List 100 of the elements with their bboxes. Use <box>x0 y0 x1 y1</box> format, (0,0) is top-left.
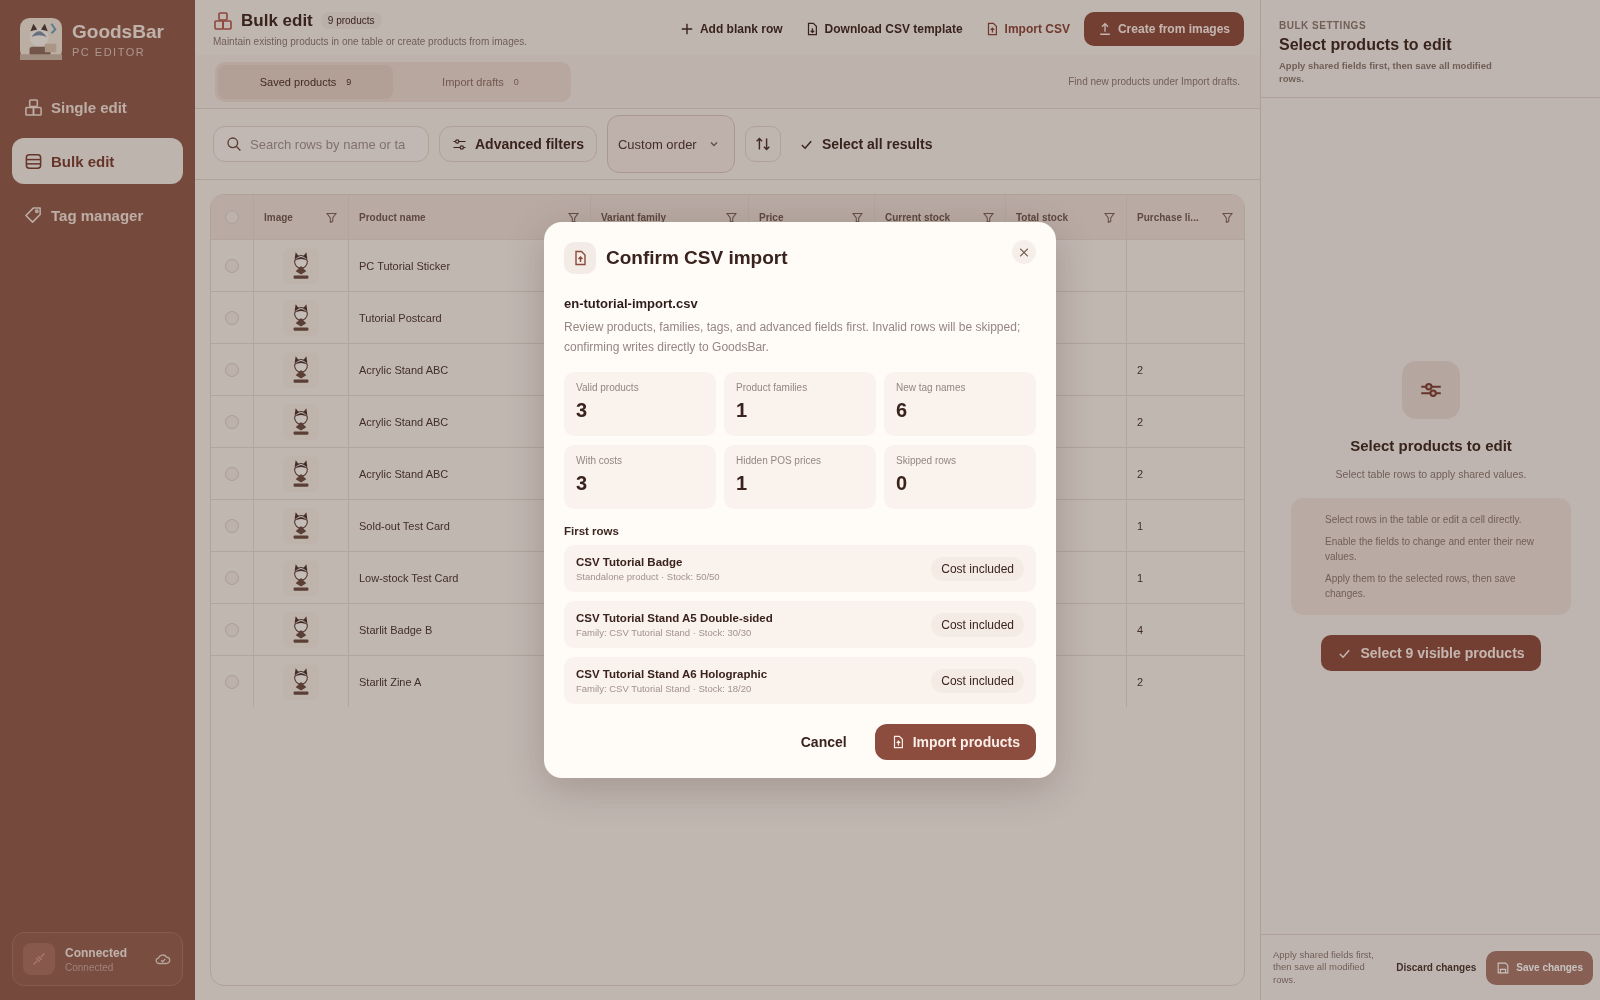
product-name-cell: Acrylic Stand ABC <box>359 467 449 480</box>
boxes-icon <box>24 97 43 117</box>
stat-label: Valid products <box>576 382 640 393</box>
column-header: Current stock <box>885 211 950 223</box>
filters-button[interactable]: Advanced filters <box>439 126 597 162</box>
row-checkbox[interactable] <box>225 258 239 273</box>
page-title: Bulk edit <box>241 10 313 31</box>
footer-hint: Apply shared fields first, then save all modified rows. <box>1273 948 1375 987</box>
stat-value: 1 <box>736 472 749 495</box>
product-count: 9 products <box>320 12 382 29</box>
search-field[interactable]: Search rows by name or ta <box>213 126 429 162</box>
step-text: Apply them to the selected rows, then save changes. <box>1325 572 1517 601</box>
preview-name: CSV Tutorial Stand A5 Double-sided <box>576 611 773 624</box>
row-checkbox[interactable] <box>225 310 239 325</box>
filter-icon[interactable] <box>1103 210 1116 224</box>
sort-direction-button[interactable] <box>744 126 781 162</box>
filter-icon[interactable] <box>851 210 864 224</box>
filter-icon[interactable] <box>982 210 995 224</box>
purchase-limit-cell: 1 <box>1137 571 1144 584</box>
stat-value: 0 <box>896 472 909 495</box>
stat-value: 3 <box>576 472 589 495</box>
empty-title: Select products to edit <box>1350 437 1512 454</box>
action-button[interactable]: Import CSV <box>976 12 1078 45</box>
tab[interactable]: Saved products 9 <box>218 64 393 99</box>
row-checkbox[interactable] <box>225 518 239 533</box>
filter-icon[interactable] <box>567 210 580 224</box>
product-name-cell: Starlit Badge B <box>359 623 433 636</box>
plus-icon <box>679 21 694 36</box>
rows-heading: First rows <box>564 525 620 537</box>
product-name-cell: Low-stock Test Card <box>359 571 459 584</box>
cost-badge: Cost included <box>931 612 1024 637</box>
filter-icon[interactable] <box>725 210 738 224</box>
row-checkbox[interactable] <box>225 570 239 585</box>
sort-dropdown[interactable]: Custom order <box>606 115 735 173</box>
preview-detail: Family: CSV Tutorial Stand · Stock: 18/20 <box>576 682 753 694</box>
app-name: GoodsBar <box>72 20 164 43</box>
file-name: en-tutorial-import.csv <box>564 296 699 311</box>
row-checkbox[interactable] <box>225 622 239 637</box>
preview-name: CSV Tutorial Badge <box>576 555 684 568</box>
product-name-cell: Tutorial Postcard <box>359 311 442 324</box>
purchase-limit-cell: 2 <box>1137 675 1144 688</box>
row-checkbox[interactable] <box>225 414 239 429</box>
dialog-title: Confirm CSV import <box>606 247 789 269</box>
file-upload-icon <box>564 242 596 274</box>
import-button[interactable]: Import products <box>874 724 1036 760</box>
stat-label: Hidden POS prices <box>736 455 823 466</box>
connection-title: Connected <box>65 945 128 960</box>
sliders-icon <box>1402 361 1460 419</box>
filter-icon[interactable] <box>325 210 338 224</box>
product-name-cell: PC Tutorial Sticker <box>359 259 451 272</box>
sliders-icon <box>452 136 467 152</box>
row-checkbox[interactable] <box>225 674 239 689</box>
close-button[interactable] <box>1012 240 1036 264</box>
select-visible-button[interactable]: Select 9 visible products <box>1321 635 1541 671</box>
panel-title: Select products to edit <box>1279 36 1453 54</box>
cost-badge: Cost included <box>931 668 1024 693</box>
table-icon <box>24 151 43 171</box>
product-name-cell: Acrylic Stand ABC <box>359 363 449 376</box>
page-subtitle: Maintain existing products in one table or create products from images. <box>213 35 528 47</box>
select-all-button[interactable]: Select all results <box>790 126 941 162</box>
cost-badge: Cost included <box>931 556 1024 581</box>
column-header: Variant family <box>601 211 667 223</box>
row-checkbox[interactable] <box>225 362 239 377</box>
purchase-limit-cell: 2 <box>1137 415 1144 428</box>
save-button[interactable]: Save changes <box>1486 950 1593 985</box>
cancel-button[interactable]: Cancel <box>794 733 853 751</box>
nav-item[interactable]: Tag manager <box>12 192 183 238</box>
filter-icon[interactable] <box>1221 210 1234 224</box>
save-icon <box>1496 960 1511 975</box>
stat-value: 3 <box>576 399 589 422</box>
tab[interactable]: Import drafts 0 <box>393 64 568 99</box>
purchase-limit-cell: 2 <box>1137 363 1144 376</box>
nav-item[interactable]: Bulk edit <box>12 138 183 184</box>
action-button[interactable]: Add blank row <box>671 12 791 45</box>
stat-label: Skipped rows <box>896 455 958 466</box>
purchase-limit-cell: 1 <box>1137 519 1144 532</box>
boxes-icon <box>213 10 233 31</box>
action-button[interactable]: Create from images <box>1083 11 1244 46</box>
plug-icon <box>23 943 55 975</box>
stat-label: Product families <box>736 382 809 393</box>
column-header: Total stock <box>1016 211 1069 223</box>
product-name-cell: Sold-out Test Card <box>359 519 450 532</box>
column-header: Product name <box>359 211 426 223</box>
stat-label: New tag names <box>896 382 967 393</box>
panel-eyebrow: BULK SETTINGS <box>1279 20 1368 31</box>
row-checkbox[interactable] <box>225 466 239 481</box>
column-header: Image <box>264 211 293 223</box>
product-name-cell: Acrylic Stand ABC <box>359 415 449 428</box>
discard-button[interactable]: Discard changes <box>1394 956 1479 979</box>
empty-text: Select table rows to apply shared values. <box>1335 468 1527 480</box>
step-text: Select rows in the table or edit a cell directly. <box>1325 513 1523 527</box>
upload-icon <box>1097 21 1112 36</box>
close-icon <box>1018 245 1030 259</box>
stat-label: With costs <box>576 455 624 466</box>
tag-icon <box>24 205 43 225</box>
app-subtitle: PC EDITOR <box>72 45 147 58</box>
purchase-limit-cell: 2 <box>1137 467 1144 480</box>
action-button[interactable]: Download CSV template <box>796 12 971 45</box>
nav-item[interactable]: Single edit <box>12 84 183 130</box>
tabs-hint: Find new products under Import drafts. <box>1068 76 1240 87</box>
